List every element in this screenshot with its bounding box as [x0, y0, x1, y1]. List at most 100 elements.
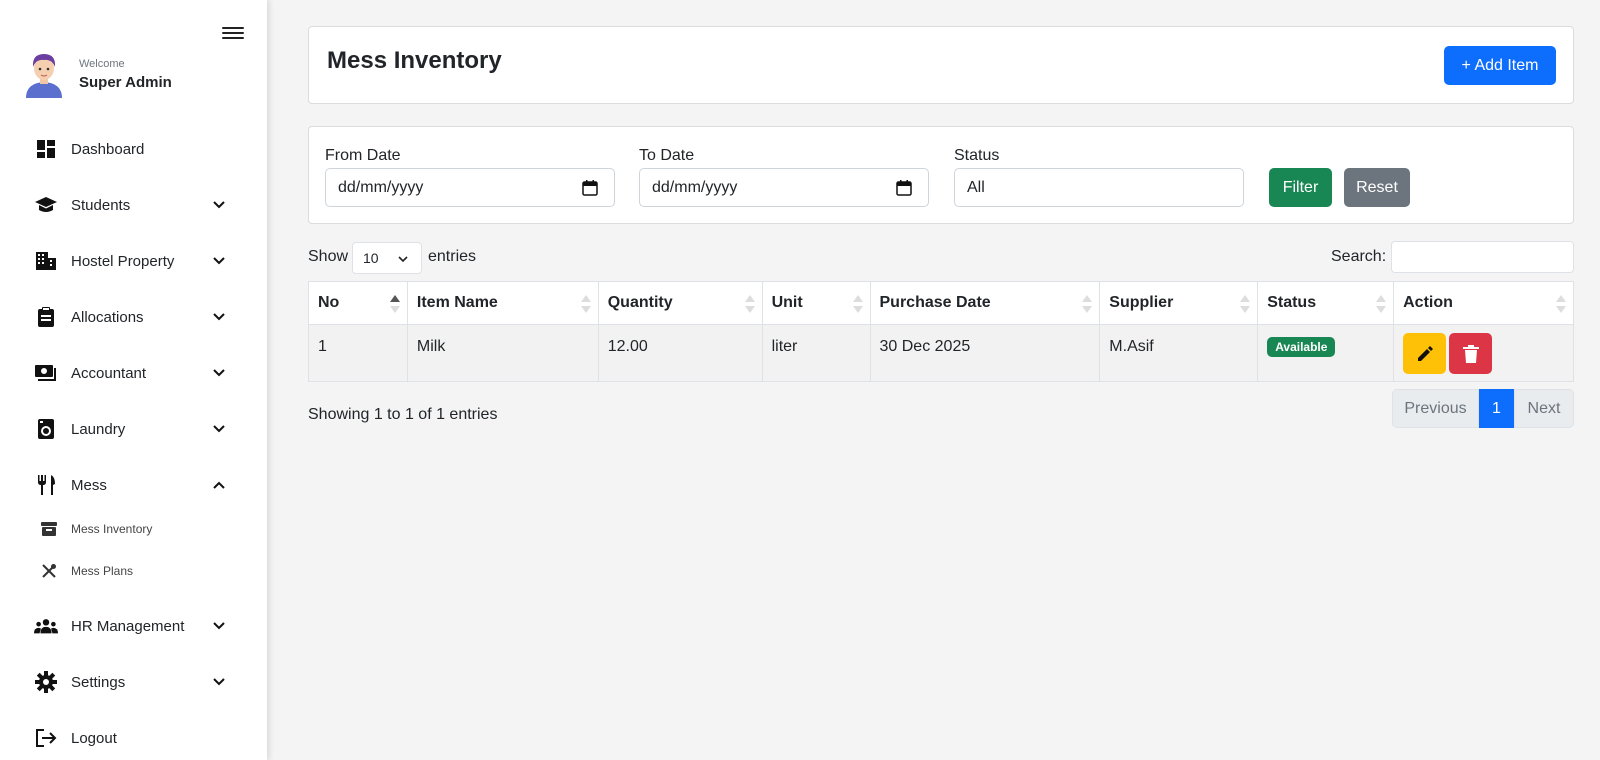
- delete-button[interactable]: [1449, 333, 1493, 374]
- sort-icon: [1376, 295, 1387, 313]
- cell-item-name: Milk: [406, 324, 599, 382]
- sidebar-subitem-mess-plans[interactable]: Mess Plans: [40, 560, 133, 582]
- chevron-down-icon: [213, 622, 225, 630]
- page-title: Mess Inventory: [327, 47, 502, 74]
- from-date-label: From Date: [325, 147, 401, 164]
- to-date-value: dd/mm/yyyy: [652, 178, 738, 196]
- status-select[interactable]: All: [954, 168, 1244, 207]
- graduation-cap-icon: [34, 193, 58, 217]
- from-date-input[interactable]: dd/mm/yyyy: [325, 168, 615, 207]
- column-header-no[interactable]: No: [308, 281, 408, 325]
- edit-button[interactable]: [1403, 333, 1447, 374]
- sort-icon: [580, 295, 591, 313]
- sidebar-item-allocations[interactable]: Allocations: [34, 302, 234, 332]
- sort-icon: [1240, 295, 1251, 313]
- chevron-down-icon: [213, 425, 225, 433]
- user-profile: Welcome Super Admin: [22, 50, 172, 98]
- sidebar-item-label: Students: [71, 196, 131, 214]
- sidebar-item-label: Logout: [71, 729, 117, 747]
- sort-icon: [744, 295, 755, 313]
- sidebar-item-label: HR Management: [71, 617, 185, 635]
- user-name: Super Admin: [79, 73, 172, 91]
- sidebar-item-label: Mess: [71, 476, 107, 494]
- sidebar-item-label: Allocations: [71, 308, 144, 326]
- avatar: [26, 54, 62, 98]
- sidebar-item-accountant[interactable]: Accountant: [34, 358, 234, 388]
- washing-machine-icon: [34, 417, 58, 441]
- chevron-down-icon: [213, 257, 225, 265]
- cutlery-cross-icon: [40, 562, 58, 580]
- sidebar-item-label: Laundry: [71, 420, 126, 438]
- table-row: 1 Milk 12.00 liter 30 Dec 2025 M.Asif Av…: [308, 324, 1574, 382]
- archive-icon: [40, 520, 58, 538]
- cell-no: 1: [308, 324, 408, 382]
- column-header-status[interactable]: Status: [1257, 281, 1395, 325]
- search-input[interactable]: [1391, 241, 1574, 273]
- sidebar-item-mess[interactable]: Mess: [34, 470, 234, 500]
- cell-status: Available: [1257, 324, 1395, 382]
- sidebar-item-laundry[interactable]: Laundry: [34, 414, 234, 444]
- gear-icon: [34, 670, 58, 694]
- cell-unit: liter: [761, 324, 871, 382]
- reset-button[interactable]: Reset: [1344, 168, 1410, 207]
- cell-supplier: M.Asif: [1099, 324, 1259, 382]
- pagination-page-1[interactable]: 1: [1479, 389, 1514, 428]
- sidebar-item-hostel-property[interactable]: Hostel Property: [34, 246, 234, 276]
- sidebar-subitem-mess-inventory[interactable]: Mess Inventory: [40, 518, 152, 540]
- sidebar-item-label: Dashboard: [71, 140, 145, 158]
- sort-icon: [1556, 295, 1566, 313]
- page-header-card: Mess Inventory + Add Item: [308, 26, 1574, 104]
- sidebar-item-hr-management[interactable]: HR Management: [34, 611, 234, 641]
- sidebar-item-settings[interactable]: Settings: [34, 667, 234, 697]
- calendar-icon[interactable]: [582, 180, 598, 196]
- building-icon: [34, 249, 58, 273]
- sidebar-item-label: Hostel Property: [71, 252, 175, 270]
- sidebar-item-logout[interactable]: Logout: [34, 723, 234, 753]
- chevron-down-icon: [213, 313, 225, 321]
- calendar-icon[interactable]: [896, 180, 912, 196]
- sidebar-subitem-label: Mess Plans: [71, 564, 134, 578]
- sidebar-item-students[interactable]: Students: [34, 190, 234, 220]
- utensils-icon: [34, 473, 58, 497]
- chevron-down-icon: [213, 201, 225, 209]
- status-badge: Available: [1267, 337, 1336, 357]
- filter-button[interactable]: Filter: [1269, 168, 1332, 207]
- inventory-table: No Item Name Quantity Unit Purchase Date…: [308, 281, 1574, 382]
- trash-icon: [1462, 344, 1479, 363]
- clipboard-icon: [34, 305, 58, 329]
- column-header-purchase-date[interactable]: Purchase Date: [869, 281, 1101, 325]
- table-info: Showing 1 to 1 of 1 entries: [308, 406, 498, 423]
- chevron-down-icon: [213, 678, 225, 686]
- to-date-input[interactable]: dd/mm/yyyy: [639, 168, 929, 207]
- money-icon: [34, 361, 58, 385]
- entries-length-select[interactable]: 10: [352, 242, 422, 274]
- column-header-quantity[interactable]: Quantity: [597, 281, 763, 325]
- cell-quantity: 12.00: [597, 324, 763, 382]
- add-item-button[interactable]: + Add Item: [1444, 46, 1556, 85]
- cell-action: [1393, 324, 1574, 382]
- sidebar-subitem-label: Mess Inventory: [71, 522, 153, 536]
- to-date-label: To Date: [639, 147, 695, 164]
- users-icon: [34, 614, 58, 638]
- dashboard-icon: [34, 137, 58, 161]
- pagination-next[interactable]: Next: [1514, 389, 1574, 428]
- sort-icon: [852, 295, 863, 313]
- sidebar: Welcome Super Admin Dashboard Students H…: [0, 0, 267, 760]
- status-value: All: [967, 178, 985, 196]
- column-header-action[interactable]: Action: [1393, 281, 1574, 325]
- pagination-previous[interactable]: Previous: [1392, 389, 1479, 428]
- column-header-supplier[interactable]: Supplier: [1099, 281, 1259, 325]
- chevron-down-icon: [398, 256, 408, 263]
- table-header-row: No Item Name Quantity Unit Purchase Date…: [308, 281, 1574, 325]
- pencil-icon: [1417, 345, 1433, 361]
- entries-value: 10: [363, 250, 379, 266]
- hamburger-menu-icon[interactable]: [222, 24, 244, 42]
- cell-purchase-date: 30 Dec 2025: [869, 324, 1101, 382]
- welcome-text: Welcome: [79, 57, 125, 70]
- sidebar-item-dashboard[interactable]: Dashboard: [34, 134, 234, 164]
- from-date-value: dd/mm/yyyy: [338, 178, 424, 196]
- filter-card: From Date dd/mm/yyyy To Date dd/mm/yyyy …: [308, 126, 1574, 224]
- column-header-item-name[interactable]: Item Name: [406, 281, 599, 325]
- column-header-unit[interactable]: Unit: [761, 281, 871, 325]
- sort-icon: [1082, 295, 1093, 313]
